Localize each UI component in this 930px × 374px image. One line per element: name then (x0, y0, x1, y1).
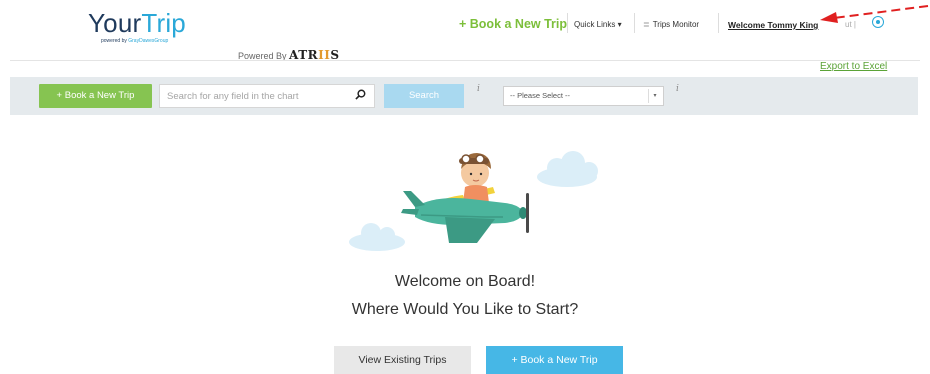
filter-select[interactable]: -- Please Select -- ▾ (503, 86, 664, 106)
logo-tagline: powered by GrayDawesGroup (101, 38, 168, 44)
tagline-brand: GrayDawesGroup (128, 38, 169, 44)
search-input[interactable] (160, 85, 347, 107)
nav-divider (634, 13, 635, 33)
chevron-down-icon: ▾ (648, 89, 661, 103)
header-divider (10, 60, 920, 61)
annotation-arrow (820, 5, 929, 23)
trips-monitor-link[interactable]: ≣ Trips Monitor (643, 20, 699, 29)
tagline-prefix: powered by (101, 38, 129, 44)
welcome-user-link[interactable]: Welcome Tommy King (728, 20, 818, 30)
airplane-illustration (349, 151, 598, 251)
info-icon[interactable]: i (477, 84, 480, 94)
cloud-icon (349, 223, 405, 251)
welcome-subheading: Where Would You Like to Start? (351, 301, 579, 318)
list-icon: ≣ (643, 20, 650, 29)
export-to-excel-link[interactable]: Export to Excel (820, 61, 887, 72)
welcome-heading: Welcome on Board! (394, 273, 536, 290)
nav-divider (567, 13, 568, 33)
toolbar-book-trip-button[interactable]: + Book a New Trip (39, 84, 152, 108)
logo-text-your: Your (88, 8, 142, 38)
nav-divider (718, 13, 719, 33)
search-button[interactable]: Search (384, 84, 464, 108)
logo-text-trip: Trip (141, 8, 186, 38)
info-icon[interactable]: i (676, 84, 679, 94)
quick-links-menu[interactable]: Quick Links ▾ (574, 20, 622, 29)
nav-book-trip-link[interactable]: + Book a New Trip (459, 17, 567, 31)
search-field[interactable] (159, 84, 375, 108)
filter-select-value: -- Please Select -- (510, 91, 571, 100)
search-icon[interactable] (355, 89, 366, 100)
cloud-icon (537, 151, 598, 187)
trips-monitor-label: Trips Monitor (652, 20, 700, 29)
yourtrip-logo[interactable]: YourTrip (88, 8, 186, 39)
